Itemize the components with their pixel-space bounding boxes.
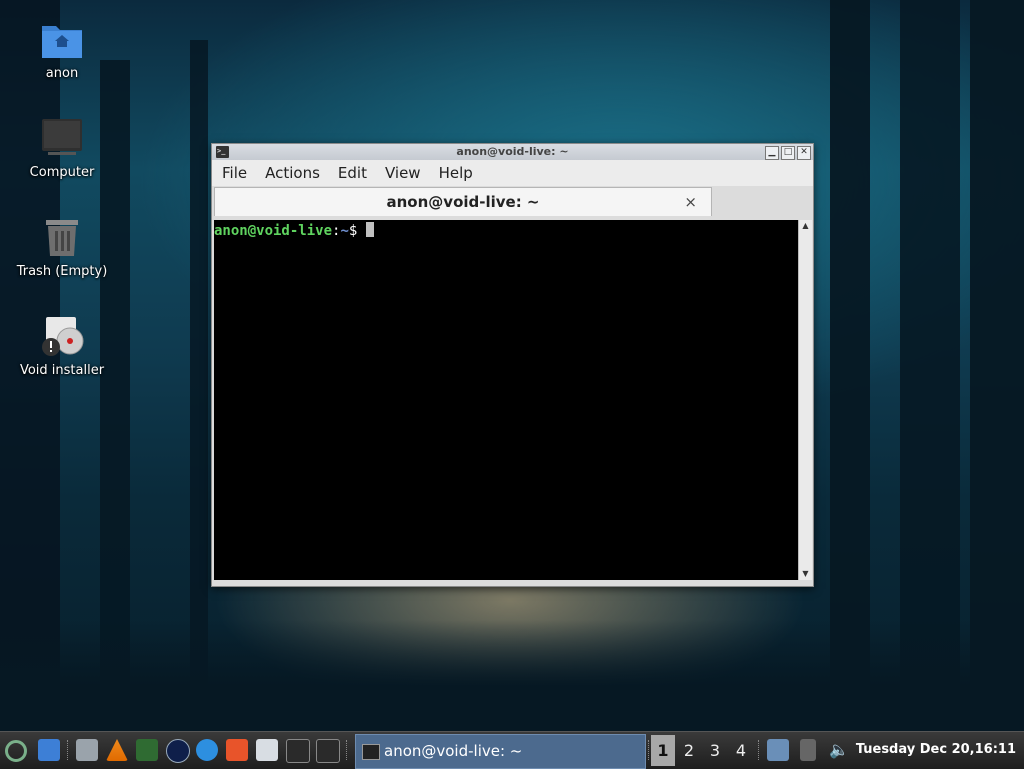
desktop-icon-home[interactable]: anon xyxy=(7,18,117,81)
tab-terminal[interactable]: anon@void-live: ~ × xyxy=(214,187,712,216)
file-manager-icon[interactable] xyxy=(76,739,98,761)
desktop-icon-label: anon xyxy=(45,66,79,81)
terminal-icon-2[interactable] xyxy=(316,739,340,763)
scroll-down-icon[interactable]: ▼ xyxy=(799,568,812,580)
desktop-icon-void-installer[interactable]: Void installer xyxy=(7,315,117,378)
browser-icon[interactable] xyxy=(196,739,218,761)
trash-icon xyxy=(40,216,84,260)
system-monitor-icon[interactable] xyxy=(136,739,158,761)
installer-icon xyxy=(40,315,84,359)
desktop-icon-label: Computer xyxy=(29,165,95,180)
scientific-app-icon[interactable] xyxy=(166,739,190,763)
menubar: File Actions Edit View Help xyxy=(212,160,813,186)
clock[interactable]: Tuesday Dec 20,16:11 xyxy=(856,732,1016,768)
task-label: anon@void-live: ~ xyxy=(384,742,523,760)
void-menu-icon[interactable] xyxy=(5,740,27,762)
window-title: anon@void-live: ~ xyxy=(456,145,569,158)
maximize-button[interactable]: □ xyxy=(781,146,795,160)
tab-close-icon[interactable]: × xyxy=(684,188,697,216)
menu-edit[interactable]: Edit xyxy=(328,160,375,186)
taskbar-window-button[interactable]: anon@void-live: ~ xyxy=(355,734,646,769)
show-desktop-icon[interactable] xyxy=(38,739,60,761)
tab-bar: anon@void-live: ~ × xyxy=(212,186,813,218)
terminal-icon xyxy=(216,143,229,159)
taskbar: anon@void-live: ~ 1 2 3 4 🔈 Tuesday Dec … xyxy=(0,731,1024,769)
volume-icon[interactable]: 🔈 xyxy=(829,739,849,761)
prompt-user-host: anon@void-live xyxy=(214,223,333,239)
prompt-symbol: $ xyxy=(348,223,366,239)
menu-help[interactable]: Help xyxy=(429,160,481,186)
desktop-icon-computer[interactable]: Computer xyxy=(7,117,117,180)
vlc-icon[interactable] xyxy=(106,739,128,761)
close-button[interactable]: ✕ xyxy=(797,146,811,160)
tab-label: anon@void-live: ~ xyxy=(386,193,540,211)
desktop-icon-label: Void installer xyxy=(19,363,105,378)
prompt-path: ~ xyxy=(340,223,349,239)
computer-icon xyxy=(40,117,84,161)
panel-separator xyxy=(67,740,70,760)
network-icon[interactable] xyxy=(767,739,789,761)
workspace-3[interactable]: 3 xyxy=(703,735,727,766)
window-titlebar[interactable]: anon@void-live: ~ ▁ □ ✕ xyxy=(212,143,813,160)
terminal-area[interactable]: anon@void-live:~$ xyxy=(214,220,798,580)
home-folder-icon xyxy=(40,18,84,62)
terminal-icon xyxy=(362,744,380,760)
terminal-window[interactable]: anon@void-live: ~ ▁ □ ✕ FileActionsEditV… xyxy=(211,143,814,587)
workspace-2[interactable]: 2 xyxy=(677,735,701,766)
text-editor-icon[interactable] xyxy=(256,739,278,761)
brave-icon[interactable] xyxy=(226,739,248,761)
terminal-icon[interactable] xyxy=(286,739,310,763)
desktop-icon-label: Trash (Empty) xyxy=(16,264,108,279)
panel-separator xyxy=(758,740,761,760)
menu-view[interactable]: View xyxy=(375,160,429,186)
terminal-scrollbar[interactable]: ▲ ▼ xyxy=(798,220,812,580)
desktop-icon-trash[interactable]: Trash (Empty) xyxy=(7,216,117,279)
menu-actions[interactable]: Actions xyxy=(255,160,328,186)
prompt-line: anon@void-live:~$ xyxy=(214,222,374,239)
text-cursor xyxy=(365,222,374,237)
scroll-up-icon[interactable]: ▲ xyxy=(799,220,812,232)
eject-icon[interactable] xyxy=(800,739,816,761)
menu-file[interactable]: File xyxy=(212,160,255,186)
workspace-4[interactable]: 4 xyxy=(729,735,753,766)
panel-separator xyxy=(346,740,349,760)
minimize-button[interactable]: ▁ xyxy=(765,146,779,160)
workspace-1[interactable]: 1 xyxy=(651,735,675,766)
